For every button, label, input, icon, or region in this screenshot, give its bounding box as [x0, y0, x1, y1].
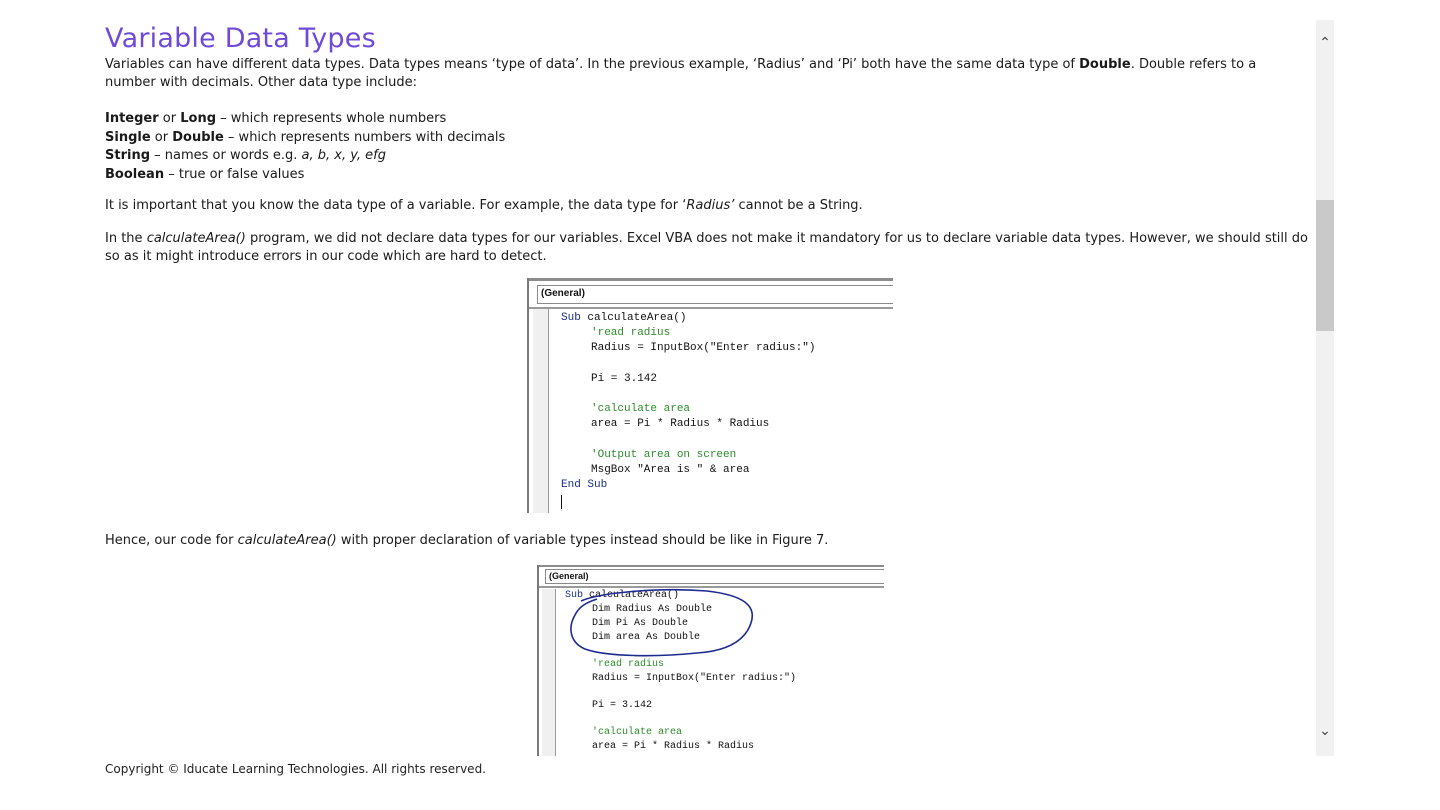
intro-paragraph: Variables can have different data types.… [105, 57, 1257, 90]
scrollbar-thumb[interactable] [1316, 200, 1334, 331]
code-2-header: (General) [537, 565, 884, 588]
code-2-declaration: Dim Pi As Double [592, 618, 689, 629]
procedure-dropdown[interactable]: (General) [537, 285, 893, 304]
code-1-line: Radius = InputBox("Enter radius:") [591, 342, 816, 354]
code-1-line: End Sub [561, 479, 608, 491]
code-1-line: Pi = 3.142 [591, 373, 658, 385]
declare-paragraph: In the calculateArea() program, we did n… [105, 231, 1308, 264]
code-2-declaration: Dim Radius As Double [592, 604, 713, 615]
document-content: Variable Data Types Variables can have d… [105, 20, 1310, 756]
vertical-scrollbar[interactable]: ⌃ ⌄ [1316, 20, 1334, 756]
code-1-comment: 'Output area on screen [591, 449, 737, 461]
code-2-line: Radius = InputBox("Enter radius:") [592, 673, 797, 684]
code-2-margin [542, 589, 556, 756]
code-2-declaration: Dim area As Double [592, 632, 701, 643]
hence-paragraph: Hence, our code for calculateArea() with… [105, 533, 829, 548]
document-page: Variable Data Types Variables can have d… [0, 0, 1440, 810]
important-paragraph: It is important that you know the data t… [105, 198, 863, 213]
section-title: Variable Data Types [105, 23, 376, 54]
code-1-margin [533, 309, 549, 513]
type-item-integer-long: Integer or Long – which represents whole… [105, 111, 447, 126]
code-1-header: (General) [527, 278, 893, 309]
code-2-comment: 'read radius [592, 659, 665, 670]
type-item-single-double: Single or Double – which represents numb… [105, 129, 506, 145]
code-1-line: area = Pi * Radius * Radius [591, 418, 770, 430]
code-2-line: Pi = 3.142 [592, 700, 653, 711]
type-item-boolean: Boolean – true or false values [105, 166, 305, 182]
code-figure-1: (General) Sub calculateArea() 'read radi… [527, 278, 893, 513]
code-1-comment: 'read radius [591, 327, 671, 339]
code-2-line: area = Pi * Radius * Radius [592, 741, 755, 752]
code-1-line: MsgBox "Area is " & area [591, 464, 750, 476]
code-1-line: Sub calculateArea() [561, 312, 687, 324]
type-item-string: String – names or words e.g. a, b, x, y,… [105, 148, 386, 163]
code-2-comment: 'calculate area [592, 727, 683, 738]
copyright-footer: Copyright © Iducate Learning Technologie… [105, 762, 486, 776]
chevron-down-icon[interactable]: ⌄ [1316, 720, 1334, 742]
code-2-line: Sub calculateArea() [565, 590, 680, 601]
code-1-comment: 'calculate area [591, 403, 691, 415]
code-figure-2: (General) Sub calculateArea() Dim Radius… [537, 565, 884, 756]
procedure-dropdown[interactable]: (General) [545, 569, 884, 584]
text-caret [561, 495, 562, 509]
chevron-up-icon[interactable]: ⌃ [1316, 32, 1334, 54]
